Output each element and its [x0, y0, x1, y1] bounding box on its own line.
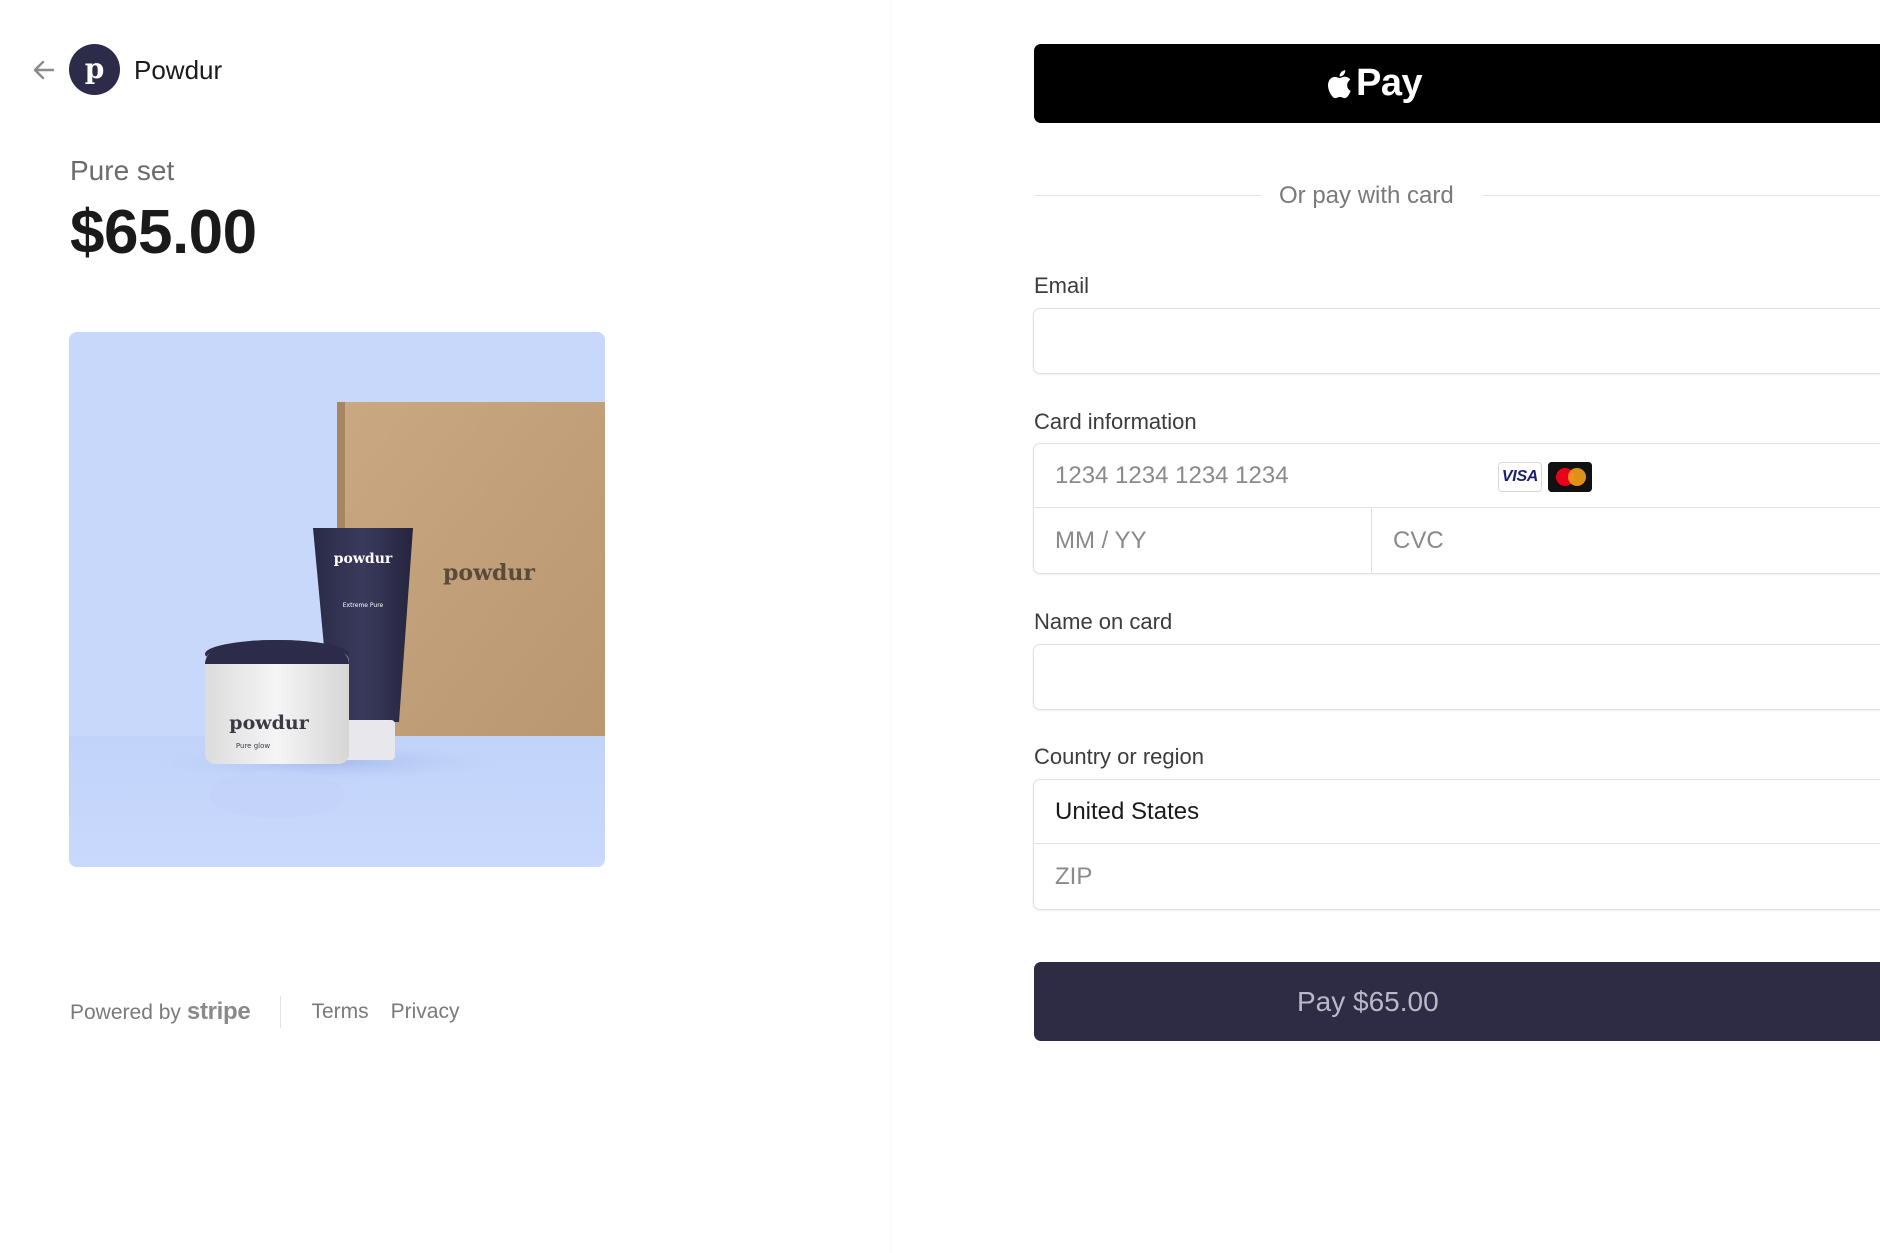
card-expiry-wrapper: [1034, 508, 1372, 574]
back-arrow-icon[interactable]: [31, 57, 57, 83]
name-on-card-wrapper: [1033, 644, 1880, 710]
merchant-logo-letter: p: [84, 51, 105, 85]
footer-divider: [280, 996, 282, 1028]
product-price: $65.00: [70, 198, 257, 267]
divider-line-left: [1034, 195, 1262, 196]
card-number-wrapper: VISA: [1034, 444, 1880, 508]
visa-text: VISA: [1501, 468, 1539, 485]
country-select[interactable]: United States: [1034, 780, 1880, 844]
product-name: Pure set: [70, 155, 175, 186]
merchant-logo: p: [69, 44, 120, 95]
tube-brand-text: powdur: [334, 551, 393, 567]
merchant-name: Powdur: [134, 55, 223, 85]
email-field[interactable]: [1034, 309, 1880, 373]
zip-wrapper: [1034, 844, 1880, 910]
powered-by-stripe[interactable]: Powered by stripe: [70, 998, 251, 1026]
order-summary-panel: p Powdur Pure set $65.00 powdur powdur E…: [0, 0, 890, 1253]
box-brand-text: powdur: [443, 560, 535, 586]
apple-pay-button[interactable]: Pay: [1034, 44, 1880, 123]
card-cvc-input[interactable]: [1372, 508, 1880, 574]
card-information-label: Card information: [1034, 409, 1197, 434]
footer: Powered by stripe Terms Privacy: [70, 996, 482, 1028]
divider-line-right: [1482, 195, 1880, 196]
or-pay-with-card-text: Or pay with card: [1279, 182, 1454, 209]
jar-product-text: Pure glow: [236, 742, 270, 750]
zip-input[interactable]: [1034, 844, 1880, 910]
stripe-logo: stripe: [186, 998, 251, 1025]
pay-button-label: Pay $65.00: [1297, 986, 1439, 1017]
card-expiry-input[interactable]: [1034, 508, 1371, 574]
apple-pay-content: Pay: [1324, 44, 1423, 123]
or-divider: Or pay with card: [1034, 180, 1880, 212]
product-image: powdur powdur Extreme Pure powdur Pure g…: [69, 332, 605, 867]
country-label: Country or region: [1034, 744, 1204, 769]
name-on-card-input[interactable]: [1034, 645, 1880, 709]
checkout-page: p Powdur Pure set $65.00 powdur powdur E…: [0, 0, 1880, 1253]
card-information-group: VISA: [1033, 443, 1880, 574]
mastercard-icon: [1548, 462, 1592, 492]
country-region-group: United States: [1033, 779, 1880, 910]
country-selected-value: United States: [1055, 797, 1200, 825]
jar-brand-text: powdur: [229, 712, 309, 734]
tube-product-text: Extreme Pure: [343, 602, 384, 609]
card-cvc-wrapper: [1372, 508, 1880, 574]
name-on-card-label: Name on card: [1034, 609, 1173, 634]
card-number-input[interactable]: [1034, 444, 1880, 507]
apple-icon: [1328, 69, 1351, 98]
apple-pay-label: Pay: [1356, 62, 1423, 104]
email-field-wrapper: [1033, 308, 1880, 374]
terms-link[interactable]: Terms: [311, 1000, 368, 1024]
pay-button[interactable]: Pay $65.00: [1034, 962, 1880, 1041]
email-label: Email: [1034, 273, 1090, 298]
powered-by-text: Powered by: [70, 1001, 181, 1024]
visa-icon: VISA: [1498, 462, 1542, 492]
privacy-link[interactable]: Privacy: [391, 1000, 460, 1024]
